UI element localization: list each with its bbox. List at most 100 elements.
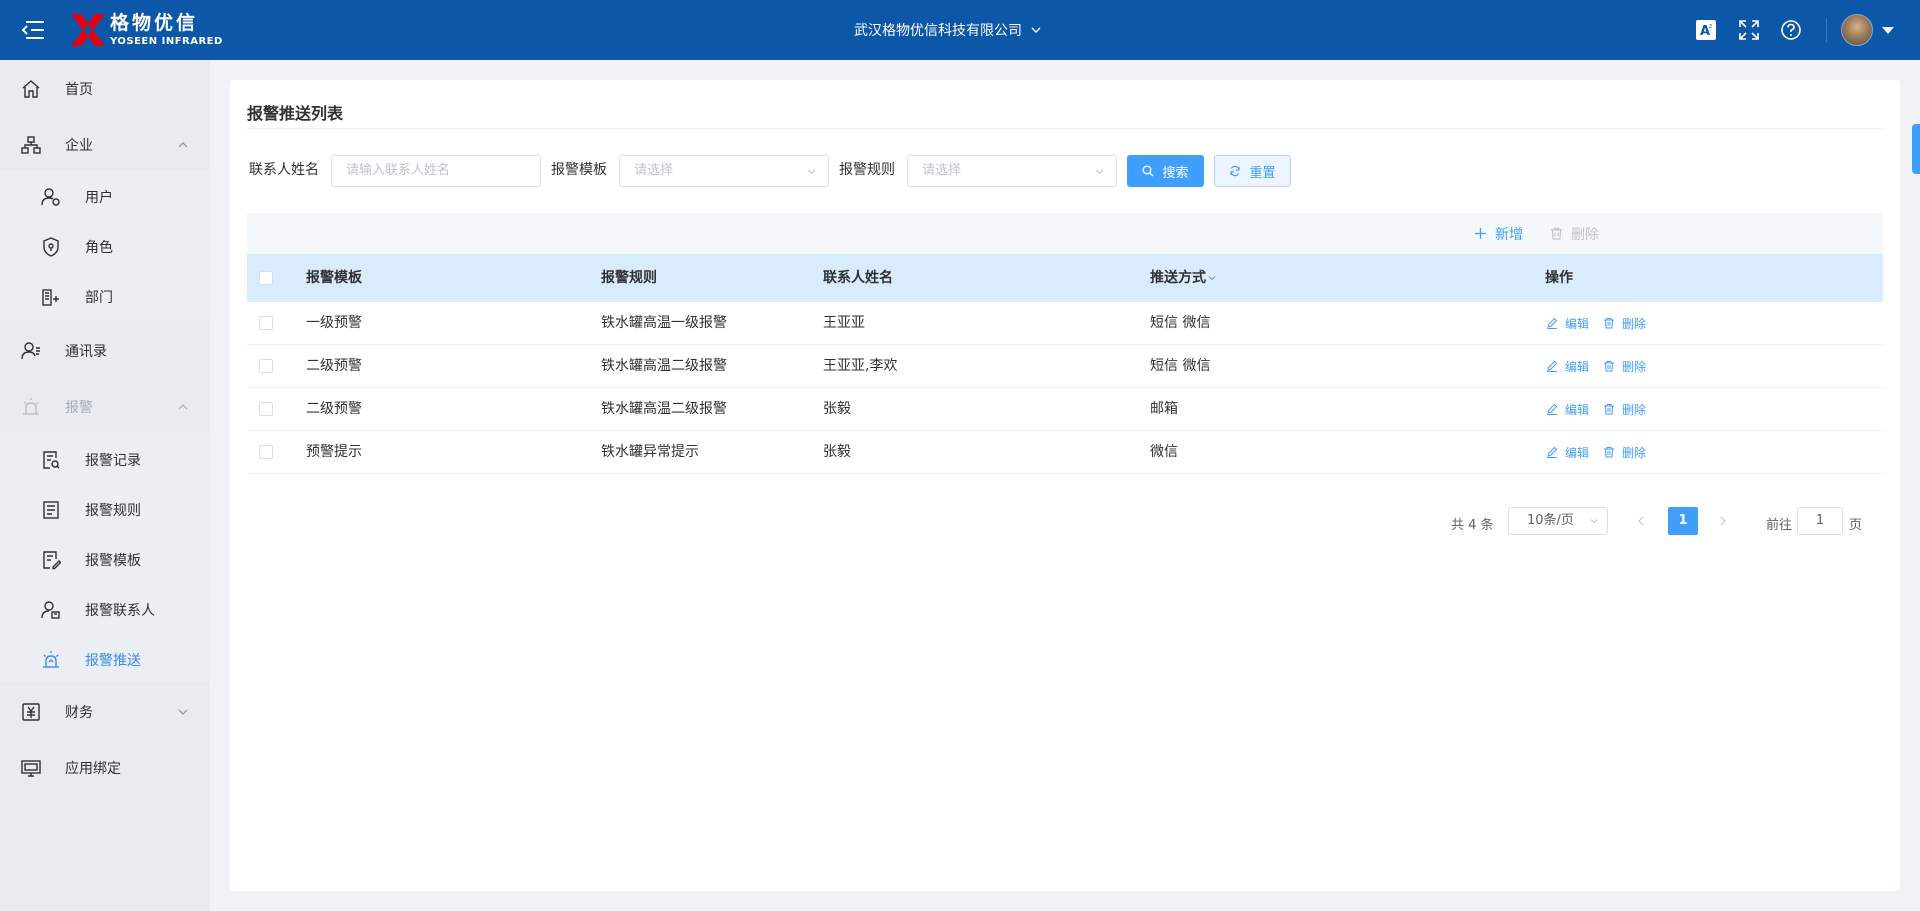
delete-button[interactable]: 删除 [1603,431,1646,473]
nav-department[interactable]: 部门 [0,272,210,322]
edit-icon [1547,446,1558,458]
reset-button-label: 重置 [1249,165,1276,181]
pagination-total: 共 4 条 [1451,518,1494,533]
app-binding-icon [21,760,41,777]
edit-button[interactable]: 编辑 [1546,431,1589,473]
column-header-actions: 操作 [1545,270,1573,286]
add-button[interactable]: 新增 [1474,213,1523,254]
delete-button[interactable]: 删除 [1603,302,1646,344]
nav-contacts-label: 通讯录 [65,344,107,360]
row-checkbox[interactable] [259,445,273,459]
nav-alarm-rule[interactable]: 报警规则 [0,485,210,535]
avatar[interactable] [1841,14,1873,46]
menu-fold-icon[interactable] [20,17,46,43]
reset-button[interactable]: 重置 [1214,155,1291,187]
svg-text:z: z [1709,23,1712,30]
template-filter-label: 报警模板 [551,162,607,178]
cell-method: 短信 微信 [1150,315,1211,331]
nav-alarm[interactable]: 报警 [0,382,210,432]
edit-button[interactable]: 编辑 [1546,345,1589,387]
goto-page-input[interactable]: 1 [1797,507,1843,535]
nav-enterprise-label: 企业 [65,138,93,154]
edit-icon [1547,317,1558,329]
edit-icon [1547,403,1558,415]
caret-down-icon[interactable] [1882,27,1894,34]
logo-text-en: YOSEEN INFRARED [110,35,223,47]
template-select-placeholder: 请选择 [634,163,674,178]
edit-button[interactable]: 编辑 [1546,302,1589,344]
sort-down-icon [1208,276,1216,281]
table-toolbar: 新增 删除 [247,213,1883,254]
batch-delete-label: 删除 [1571,226,1599,243]
search-icon [1142,165,1154,177]
nav-alarm-template[interactable]: 报警模板 [0,535,210,585]
rule-icon [43,501,59,519]
delete-button[interactable]: 删除 [1603,388,1646,430]
edit-button[interactable]: 编辑 [1546,388,1589,430]
rule-select[interactable]: 请选择 [907,155,1117,187]
column-header-method[interactable]: 推送方式 [1150,254,1216,302]
search-button[interactable]: 搜索 [1127,155,1204,187]
row-checkbox[interactable] [259,359,273,373]
contact-filter-label: 联系人姓名 [249,162,319,178]
goto-suffix: 页 [1849,518,1863,533]
record-icon [43,451,60,469]
column-header-rule: 报警规则 [601,270,657,286]
nav-alarm-contact[interactable]: 报警联系人 [0,585,210,635]
sidebar: 首页 企业 用户 角色 部门 通讯录 报警 报警记录 报警规则 报警模板 报警联… [0,60,210,911]
cell-contact: 王亚亚 [823,315,865,331]
alarm-icon [23,398,39,415]
company-selector[interactable]: 武汉格物优信科技有限公司 [854,0,1041,60]
user-icon [41,188,60,206]
cell-rule: 铁水罐高温二级报警 [601,401,727,417]
nav-app-binding-label: 应用绑定 [65,761,121,777]
select-all-checkbox[interactable] [259,271,273,285]
next-page-button[interactable] [1711,507,1735,535]
cell-rule: 铁水罐高温一级报警 [601,315,727,331]
goto-label: 前往 [1766,518,1793,533]
page-size-select[interactable]: 10条/页 [1508,507,1608,535]
trash-icon [1604,361,1614,372]
scrollbar-thumb[interactable] [1912,124,1920,174]
edit-label: 编辑 [1565,402,1590,417]
help-icon[interactable] [1780,19,1802,41]
nav-finance[interactable]: 财务 [0,687,210,737]
delete-label: 删除 [1622,359,1647,374]
org-icon [21,136,41,154]
chevron-down-icon [1095,169,1104,175]
row-checkbox[interactable] [259,402,273,416]
chevron-down-icon [178,709,188,715]
row-checkbox[interactable] [259,316,273,330]
contact-name-placeholder: 请输入联系人姓名 [346,163,451,178]
trash-icon [1604,447,1614,458]
trash-icon [1551,227,1562,240]
nav-contacts[interactable]: 通讯录 [0,326,210,376]
nav-alarm-label: 报警 [65,400,93,416]
nav-role[interactable]: 角色 [0,222,210,272]
page-number-1[interactable]: 1 [1668,507,1698,535]
table-row: 一级预警 铁水罐高温一级报警 王亚亚 短信 微信 编辑 删除 [247,302,1883,345]
contacts-icon [21,342,40,360]
template-select[interactable]: 请选择 [619,155,829,187]
batch-delete-button[interactable]: 删除 [1550,213,1599,254]
nav-alarm-push[interactable]: 报警推送 [0,635,210,685]
top-header: 格物优信 YOSEEN INFRARED 武汉格物优信科技有限公司 A z [0,0,1920,60]
edit-label: 编辑 [1565,316,1590,331]
contact-name-input[interactable]: 请输入联系人姓名 [331,155,541,187]
nav-user[interactable]: 用户 [0,172,210,222]
cell-contact: 张毅 [823,401,851,417]
prev-page-button[interactable] [1629,507,1653,535]
fullscreen-icon[interactable] [1738,19,1760,41]
delete-button[interactable]: 删除 [1603,345,1646,387]
column-header-method-label: 推送方式 [1150,270,1206,286]
title-divider [247,128,1883,129]
push-icon [43,651,59,668]
nav-home[interactable]: 首页 [0,64,210,114]
nav-app-binding[interactable]: 应用绑定 [0,743,210,793]
department-icon [42,289,59,306]
nav-alarm-record[interactable]: 报警记录 [0,435,210,485]
add-button-label: 新增 [1495,226,1523,243]
header-divider [1826,18,1827,42]
translate-icon[interactable]: A z [1695,19,1717,41]
nav-enterprise[interactable]: 企业 [0,120,210,170]
